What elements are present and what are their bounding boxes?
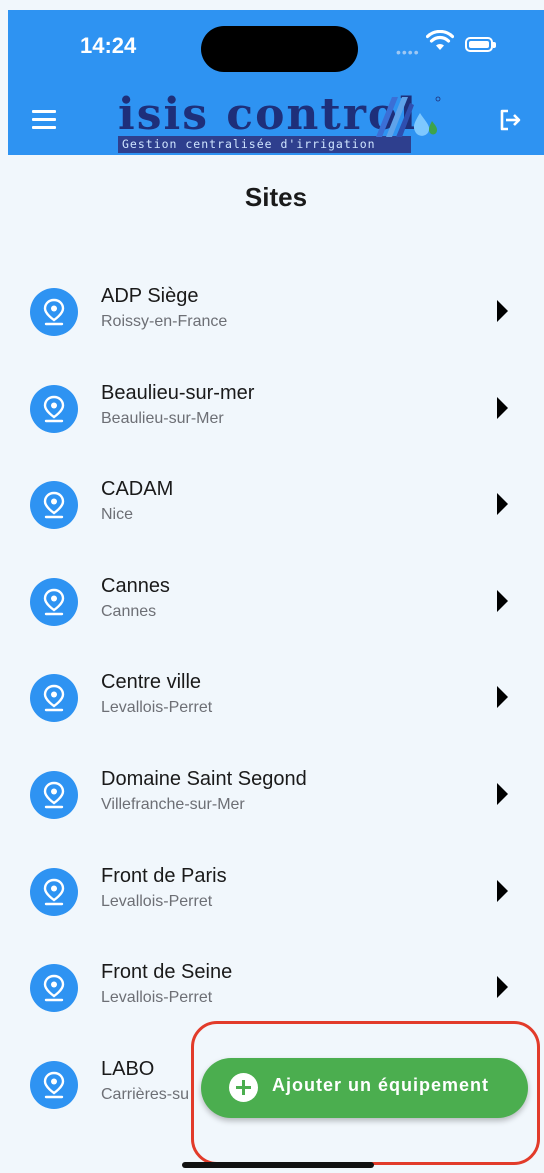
- chevron-right-icon: [497, 396, 508, 419]
- site-name: Beaulieu-sur-mer: [101, 381, 255, 404]
- chevron-right-icon: [497, 976, 508, 999]
- app-screen: 14:24 •••• isis control Gestion centrali…: [8, 10, 544, 1173]
- chevron-right-icon: [497, 783, 508, 805]
- site-row[interactable]: Centre ville Levallois-Perret: [8, 662, 544, 758]
- site-name: Domaine Saint Segond: [101, 768, 307, 790]
- app-header: 14:24 •••• isis control Gestion centrali…: [8, 10, 544, 155]
- highlight-annotation: [191, 1021, 540, 1165]
- site-city: Beaulieu-sur-Mer: [101, 409, 224, 427]
- site-name: ADP Siège: [101, 285, 199, 307]
- site-name: Cannes: [101, 574, 170, 597]
- chevron-right-icon: [497, 879, 508, 902]
- site-name: Front de Paris: [101, 864, 227, 887]
- battery-icon: [465, 37, 496, 52]
- location-pin-icon: [30, 288, 78, 336]
- location-pin-icon: [30, 577, 78, 626]
- menu-button[interactable]: [32, 110, 56, 130]
- site-city: Cannes: [101, 602, 157, 620]
- site-name: LABO: [101, 1057, 155, 1080]
- site-city: Carrières-su: [101, 1085, 190, 1103]
- location-pin-icon: [30, 771, 78, 819]
- site-name: CADAM: [101, 478, 174, 501]
- chevron-right-icon: [497, 493, 508, 516]
- signal-icon: ••••: [396, 44, 420, 60]
- page-title: Sites: [244, 182, 308, 212]
- chevron-right-icon: [497, 589, 508, 612]
- logout-icon[interactable]: [496, 106, 524, 134]
- wifi-icon: [426, 30, 454, 50]
- site-name: Front de Seine: [101, 961, 233, 984]
- location-pin-icon: [30, 384, 78, 433]
- location-pin-icon: [30, 964, 78, 1013]
- location-pin-icon: [30, 481, 78, 530]
- site-city: Roissy-en-France: [101, 313, 228, 330]
- logo-subtitle: Gestion centralisée d'irrigation: [118, 136, 411, 153]
- site-city: Levallois-Perret: [101, 892, 213, 910]
- dynamic-island: [201, 26, 358, 72]
- site-city: Nice: [101, 506, 134, 524]
- site-name: Centre ville: [101, 671, 202, 694]
- chevron-right-icon: [497, 300, 508, 322]
- home-indicator: [182, 1162, 374, 1168]
- site-row[interactable]: Cannes Cannes: [8, 566, 544, 662]
- chevron-right-icon: [497, 686, 508, 709]
- location-pin-icon: [30, 674, 78, 723]
- site-row[interactable]: Beaulieu-sur-mer Beaulieu-sur-Mer: [8, 373, 544, 469]
- location-pin-icon: [30, 867, 78, 916]
- site-city: Levallois-Perret: [101, 699, 213, 717]
- site-row[interactable]: ADP Siège Roissy-en-France: [8, 276, 544, 372]
- site-city: Villefranche-sur-Mer: [101, 796, 245, 813]
- isis-control-logo: isis control Gestion centralisée d'irrig…: [118, 89, 448, 155]
- location-pin-icon: [30, 1060, 78, 1109]
- site-row[interactable]: Front de Paris Levallois-Perret: [8, 856, 544, 952]
- site-row[interactable]: CADAM Nice: [8, 469, 544, 565]
- status-time: 14:24: [80, 33, 137, 58]
- water-drop-logo-icon: [376, 96, 441, 137]
- site-city: Levallois-Perret: [101, 989, 213, 1007]
- site-row[interactable]: Domaine Saint Segond Villefranche-sur-Mer: [8, 759, 544, 855]
